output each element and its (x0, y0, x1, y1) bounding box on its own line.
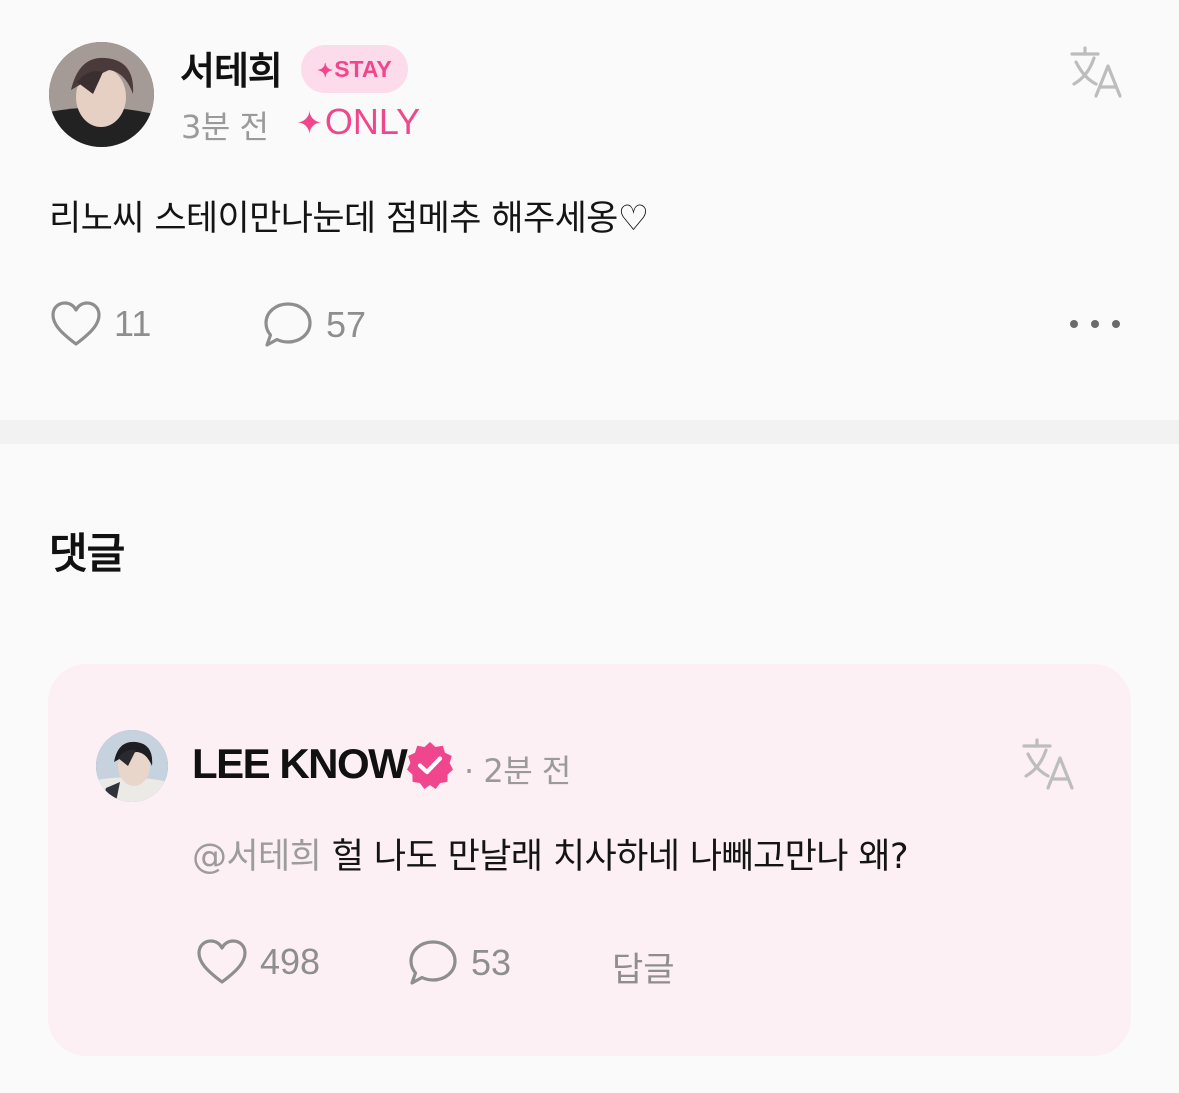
stay-membership-badge: ✦STAY (301, 45, 408, 93)
heart-icon (51, 301, 101, 346)
post: 서테희 ✦STAY 3분 전 ✦ONLY 리노씨 스테이만나눈데 점메추 해주세… (0, 0, 1179, 420)
avatar-image (49, 42, 154, 147)
more-horizontal-icon[interactable] (1068, 316, 1122, 332)
post-author-name[interactable]: 서테희 (180, 40, 283, 95)
sparkle-icon: ✦ (317, 61, 334, 82)
badge-label: STAY (334, 56, 392, 82)
only-label: ONLY (324, 101, 421, 142)
comment-card: LEE KNOW · 2분 전 @서테희 헐 나도 만날래 치사하네 나빼고만나… (48, 664, 1131, 1056)
heart-icon (197, 939, 247, 984)
comment-button[interactable]: 53 (407, 938, 511, 988)
speech-bubble-icon (264, 302, 312, 347)
post-timestamp: 3분 전 (181, 108, 269, 146)
reply-button[interactable]: 답글 (612, 942, 675, 991)
comments-heading: 댓글 (49, 529, 125, 578)
user-mention[interactable]: @서테희 (192, 837, 322, 877)
like-count: 498 (260, 941, 321, 982)
speech-bubble-icon (409, 940, 457, 985)
commenter-avatar[interactable] (96, 730, 168, 802)
comment-body-text: @서테희 헐 나도 만날래 치사하네 나빼고만나 왜? (192, 828, 909, 879)
sparkle-icon: ✦ (296, 105, 323, 141)
verified-badge-icon (405, 740, 455, 790)
avatar-image (96, 730, 168, 802)
translate-icon[interactable] (1068, 44, 1124, 100)
comment-count: 53 (471, 942, 512, 983)
like-count: 11 (114, 303, 152, 344)
translate-icon[interactable] (1020, 736, 1076, 792)
comment-timestamp: · 2분 전 (464, 752, 571, 790)
like-button[interactable]: 498 (196, 938, 320, 986)
commenter-name[interactable]: LEE KNOW (192, 740, 408, 788)
comment-count: 57 (326, 304, 367, 345)
comment-button[interactable]: 57 (262, 300, 366, 350)
comment-text: 헐 나도 만날래 치사하네 나빼고만나 왜? (321, 837, 909, 877)
post-body-text: 리노씨 스테이만나눈데 점메추 해주세옹♡ (49, 199, 649, 239)
post-author-avatar[interactable] (49, 42, 154, 147)
section-divider (0, 420, 1179, 444)
post-detail-screen: 서테희 ✦STAY 3분 전 ✦ONLY 리노씨 스테이만나눈데 점메추 해주세… (0, 0, 1179, 1093)
like-button[interactable]: 11 (50, 300, 151, 348)
only-tag: ✦ONLY (296, 101, 420, 143)
